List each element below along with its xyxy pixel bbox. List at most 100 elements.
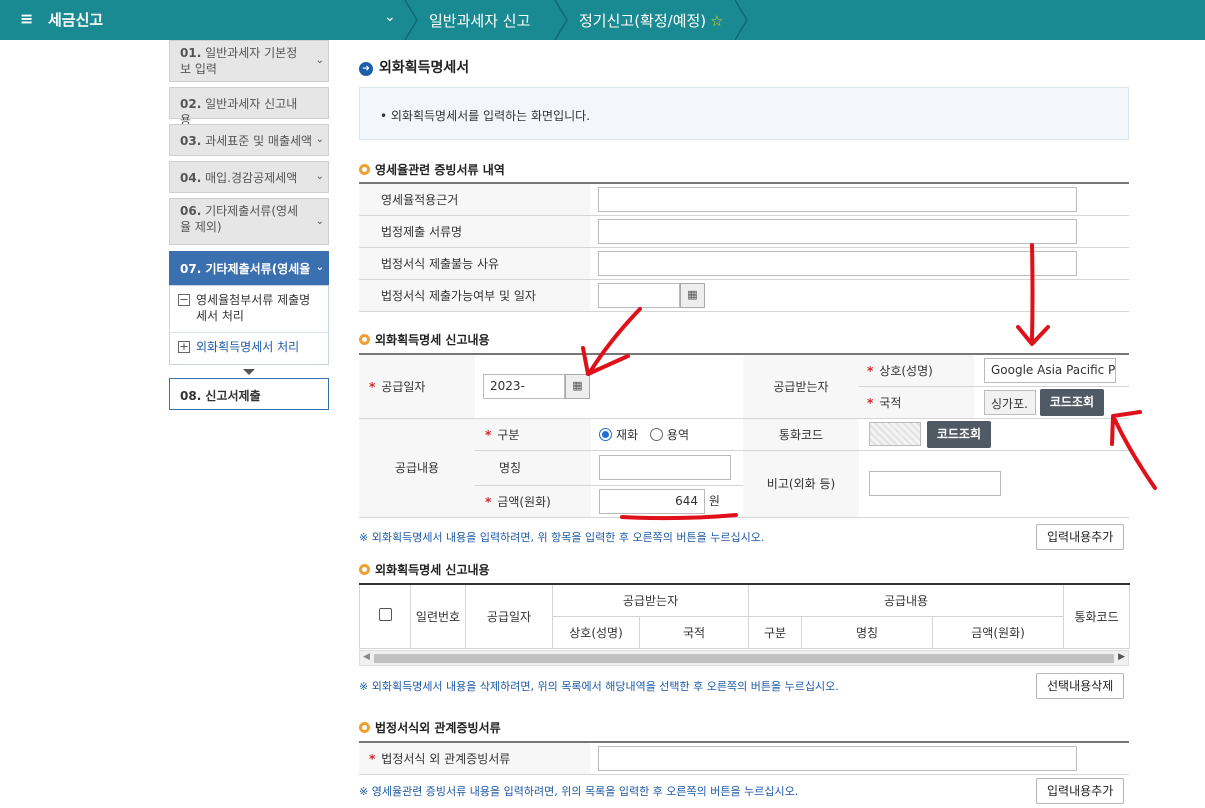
chevron-down-icon: ⌄	[315, 215, 324, 227]
remark-input[interactable]	[869, 471, 1001, 496]
remark-label: 비고(외화 등)	[743, 450, 859, 518]
field-label: 법정제출 서류명	[359, 215, 590, 248]
col-company: 상호(성명)	[552, 615, 640, 649]
select-all-checkbox[interactable]	[378, 608, 392, 622]
name-label: 명칭	[475, 450, 591, 486]
form-row: 법정제출 서류명	[359, 215, 1129, 248]
bullet-icon	[359, 722, 370, 733]
col-serial: 일련번호	[410, 583, 466, 649]
currency-code-input[interactable]	[869, 422, 921, 446]
col-name: 명칭	[801, 615, 934, 649]
arrow-right-circle-icon: ➜	[359, 62, 373, 76]
amount-input[interactable]: 644	[599, 488, 705, 514]
delete-selected-button[interactable]: 선택내용삭제	[1036, 673, 1125, 699]
add-note: ※ 외화획득명세서 내용을 입력하려면, 위 항목을 입력한 후 오른쪽의 버튼…	[359, 531, 765, 544]
breadcrumb-general-taxpayer[interactable]: 일반과세자 신고	[429, 10, 530, 31]
receiver-label: 공급받는자	[743, 354, 859, 419]
chevron-down-icon: ⌄	[315, 171, 324, 182]
currency-code-label: 통화코드	[743, 418, 859, 451]
nav-item-08-submit[interactable]: 08. 신고서제출	[169, 378, 329, 410]
bullet-icon	[359, 164, 370, 175]
entry-list-table: 일련번호 공급일자 공급받는자 공급내용 통화코드 상호(성명) 국적 구분 명…	[359, 583, 1131, 649]
nav-item-06[interactable]: 06. 기타제출서류(영세율 제외) ⌄	[169, 198, 329, 245]
field-label: 법정서식 제출가능여부 및 일자	[359, 279, 590, 312]
breadcrumb-separator-icon	[404, 0, 418, 40]
col-type: 구분	[748, 615, 803, 649]
calendar-icon[interactable]: ▦	[680, 282, 705, 308]
breadcrumb-separator-icon	[734, 0, 748, 40]
col-supply-date: 공급일자	[465, 583, 553, 649]
section-title-list: 외화획득명세 신고내용	[359, 561, 490, 578]
nav-subitem-foreign-currency[interactable]: + 외화획득명세서 처리	[170, 332, 328, 361]
zero-rate-basis-input[interactable]	[598, 186, 1077, 212]
country-label: 국적	[879, 395, 902, 410]
chevron-down-icon[interactable]: ⌄	[384, 9, 396, 25]
top-bar: ≡ 세금신고 ⌄ 일반과세자 신고 정기신고(확정/예정) ☆	[0, 0, 1205, 40]
country-code-lookup-button[interactable]: 코드조회	[1039, 388, 1104, 416]
scroll-left-icon[interactable]: ◀	[363, 652, 370, 662]
col-supply-content: 공급내용	[748, 583, 1065, 617]
bullet-icon	[359, 334, 370, 345]
related-docs-label: 법정서식 외 관계증빙서류	[381, 751, 511, 766]
section-title-related-docs: 법정서식외 관계증빙서류	[359, 719, 501, 736]
supply-date-input[interactable]: 2023-	[483, 373, 565, 399]
company-name-input[interactable]: Google Asia Pacific P	[984, 357, 1116, 383]
add-entry-button[interactable]: 입력내용추가	[1036, 524, 1125, 550]
related-docs-form: * 법정서식 외 관계증빙서류	[359, 741, 1129, 775]
page-title: ➜ 외화획득명세서	[359, 57, 469, 77]
expand-icon: +	[178, 340, 190, 353]
arrow-down-icon	[243, 369, 255, 375]
supply-date-label: 공급일자	[381, 379, 426, 394]
item-name-input[interactable]	[599, 455, 731, 480]
col-receiver: 공급받는자	[551, 583, 750, 617]
won-unit: 원	[708, 493, 720, 508]
field-label: 법정서식 제출불능 사유	[359, 247, 590, 280]
chevron-down-icon: ⌄	[315, 55, 324, 66]
chevron-down-icon: ⌄	[315, 262, 324, 273]
bullet-icon	[359, 564, 370, 575]
favorite-star-icon[interactable]: ☆	[710, 12, 723, 30]
radio-service[interactable]	[649, 427, 663, 441]
menu-icon[interactable]: ≡	[20, 9, 33, 28]
col-currency-code: 통화코드	[1063, 583, 1131, 649]
nav-item-04[interactable]: 04. 매입.경감공제세액 ⌄	[169, 161, 329, 193]
scrollbar-thumb[interactable]	[374, 654, 1114, 663]
amount-label: 금액(원화)	[497, 494, 551, 509]
app-title[interactable]: 세금신고	[48, 9, 103, 30]
collapse-icon: −	[178, 293, 190, 306]
form-row: 영세율적용근거	[359, 183, 1129, 216]
legal-doc-name-input[interactable]	[598, 218, 1077, 244]
delete-note: ※ 외화획득명세서 내용을 삭제하려면, 위의 목록에서 해당내역을 선택한 후…	[359, 680, 839, 693]
related-docs-note: ※ 영세율관련 증빙서류 내용을 입력하려면, 위의 목록을 입력한 후 오른쪽…	[359, 785, 799, 798]
currency-code-lookup-button[interactable]: 코드조회	[926, 420, 991, 448]
breadcrumb-separator-icon	[554, 0, 568, 40]
type-label: 구분	[497, 427, 520, 442]
info-box: • 외화획득명세서를 입력하는 화면입니다.	[359, 87, 1129, 140]
submission-failure-reason-input[interactable]	[598, 250, 1077, 276]
calendar-icon[interactable]: ▦	[565, 373, 590, 399]
chevron-down-icon: ⌄	[315, 134, 324, 145]
form-row: 법정서식 제출불능 사유	[359, 247, 1129, 280]
nav-subitems: − 영세율첨부서류 제출명세서 처리 + 외화획득명세서 처리	[169, 285, 329, 365]
form-row: 법정서식 제출가능여부 및 일자 ▦	[359, 279, 1129, 312]
nav-item-07-active[interactable]: 07. 기타제출서류(영세율 ⌄	[169, 251, 329, 285]
country-input[interactable]: 싱가포.	[984, 389, 1036, 415]
company-label: 상호(성명)	[879, 363, 933, 378]
related-docs-input[interactable]	[598, 745, 1077, 771]
scroll-right-icon[interactable]: ▶	[1118, 652, 1125, 662]
breadcrumb-regular-report[interactable]: 정기신고(확정/예정) ☆	[579, 10, 724, 31]
submission-date-input[interactable]	[598, 282, 680, 308]
nav-item-01[interactable]: 01. 일반과세자 기본정보 입력 ⌄	[169, 40, 329, 82]
section-title-evidence: 영세율관련 증빙서류 내역	[359, 161, 505, 178]
col-amount: 금액(원화)	[932, 615, 1065, 649]
col-country: 국적	[638, 615, 750, 649]
supply-content-label: 공급내용	[359, 418, 475, 518]
add-related-docs-button[interactable]: 입력내용추가	[1036, 778, 1125, 804]
radio-goods[interactable]	[599, 427, 612, 441]
horizontal-scrollbar[interactable]: ◀ ▶	[359, 650, 1129, 666]
nav-item-02[interactable]: 02. 일반과세자 신고내용	[169, 87, 329, 127]
nav-item-03[interactable]: 03. 과세표준 및 매출세액 ⌄	[169, 124, 329, 156]
section-title-foreign-currency: 외화획득명세 신고내용	[359, 331, 490, 348]
field-label: 영세율적용근거	[359, 183, 590, 216]
nav-subitem-zero-rate-docs[interactable]: − 영세율첨부서류 제출명세서 처리	[170, 286, 328, 332]
